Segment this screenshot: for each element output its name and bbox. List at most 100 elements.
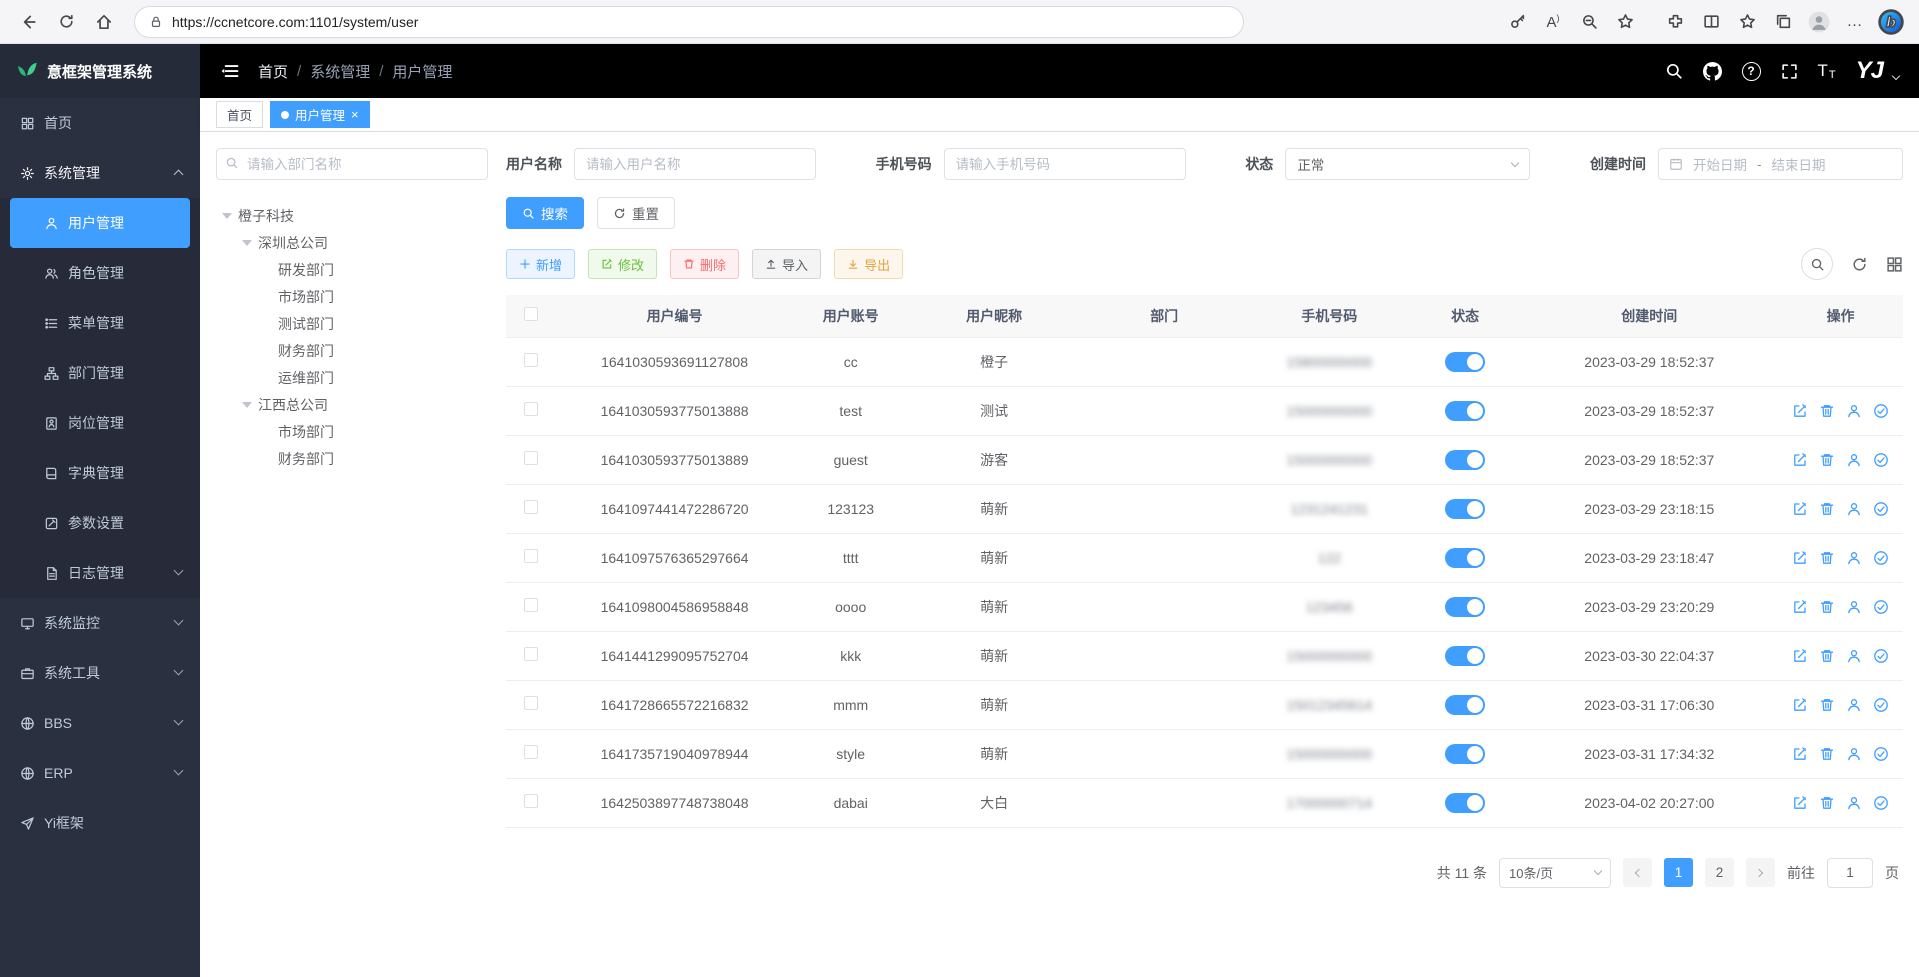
browser-back-button[interactable] bbox=[12, 6, 44, 38]
breadcrumb-home[interactable]: 首页 bbox=[258, 61, 288, 82]
sidebar-item-system-mgmt[interactable]: 系统管理 bbox=[0, 148, 200, 198]
tree-expand-icon[interactable] bbox=[222, 213, 232, 219]
assign-role-icon[interactable] bbox=[1873, 501, 1889, 517]
edit-row-icon[interactable] bbox=[1792, 501, 1808, 517]
browser-menu-icon[interactable]: … bbox=[1839, 6, 1871, 38]
goto-page-input[interactable] bbox=[1827, 858, 1873, 888]
sidebar-item-dept-mgmt[interactable]: 部门管理 bbox=[0, 348, 200, 398]
tab-user-mgmt[interactable]: 用户管理 × bbox=[270, 101, 370, 128]
tree-node[interactable]: 测试部门 bbox=[216, 310, 488, 337]
reset-button[interactable]: 重置 bbox=[597, 197, 675, 229]
refresh-table-icon[interactable] bbox=[1851, 256, 1868, 273]
export-button[interactable]: 导出 bbox=[834, 249, 903, 279]
password-key-icon[interactable] bbox=[1501, 6, 1533, 38]
reset-password-icon[interactable] bbox=[1846, 550, 1862, 566]
favorites-add-icon[interactable] bbox=[1609, 6, 1641, 38]
assign-role-icon[interactable] bbox=[1873, 697, 1889, 713]
copilot-bing-icon[interactable]: b bbox=[1875, 6, 1907, 38]
sidebar-item-erp[interactable]: ERP bbox=[0, 748, 200, 798]
row-checkbox[interactable] bbox=[524, 549, 538, 563]
dept-search-input[interactable] bbox=[216, 148, 488, 180]
search-button[interactable]: 搜索 bbox=[506, 197, 584, 229]
toggle-search-button[interactable] bbox=[1801, 248, 1833, 280]
sidebar-item-yi-framework[interactable]: Yi框架 bbox=[0, 798, 200, 848]
import-button[interactable]: 导入 bbox=[752, 249, 821, 279]
status-toggle[interactable] bbox=[1445, 695, 1485, 715]
edit-row-icon[interactable] bbox=[1792, 795, 1808, 811]
row-checkbox[interactable] bbox=[524, 696, 538, 710]
tree-node[interactable]: 市场部门 bbox=[216, 418, 488, 445]
delete-row-icon[interactable] bbox=[1819, 746, 1835, 762]
tab-home[interactable]: 首页 bbox=[216, 101, 263, 128]
delete-row-icon[interactable] bbox=[1819, 697, 1835, 713]
collapse-sidebar-icon[interactable] bbox=[220, 61, 240, 81]
tree-node[interactable]: 橙子科技 bbox=[216, 202, 488, 229]
phone-input[interactable] bbox=[944, 148, 1186, 180]
user-avatar-logo[interactable]: YJ bbox=[1856, 57, 1883, 85]
collections-icon[interactable] bbox=[1767, 6, 1799, 38]
zoom-out-icon[interactable] bbox=[1573, 6, 1605, 38]
row-checkbox[interactable] bbox=[524, 745, 538, 759]
edit-row-icon[interactable] bbox=[1792, 403, 1808, 419]
browser-profile-avatar[interactable] bbox=[1803, 6, 1835, 38]
modify-button[interactable]: 修改 bbox=[588, 249, 657, 279]
add-button[interactable]: 新增 bbox=[506, 249, 575, 279]
sidebar-item-menu-mgmt[interactable]: 菜单管理 bbox=[0, 298, 200, 348]
status-toggle[interactable] bbox=[1445, 548, 1485, 568]
sidebar-item-param-settings[interactable]: 参数设置 bbox=[0, 498, 200, 548]
reset-password-icon[interactable] bbox=[1846, 648, 1862, 664]
tree-node[interactable]: 江西总公司 bbox=[216, 391, 488, 418]
sidebar-item-home[interactable]: 首页 bbox=[0, 98, 200, 148]
sidebar-item-log-mgmt[interactable]: 日志管理 bbox=[0, 548, 200, 598]
sidebar-item-user-mgmt[interactable]: 用户管理 bbox=[10, 198, 190, 248]
status-toggle[interactable] bbox=[1445, 401, 1485, 421]
sidebar-item-system-tools[interactable]: 系统工具 bbox=[0, 648, 200, 698]
row-checkbox[interactable] bbox=[524, 500, 538, 514]
delete-row-icon[interactable] bbox=[1819, 403, 1835, 419]
edit-row-icon[interactable] bbox=[1792, 550, 1808, 566]
status-toggle[interactable] bbox=[1445, 646, 1485, 666]
breadcrumb-system-mgmt[interactable]: 系统管理 bbox=[310, 61, 370, 82]
status-select[interactable]: 正常 bbox=[1285, 148, 1530, 180]
reset-password-icon[interactable] bbox=[1846, 403, 1862, 419]
reset-password-icon[interactable] bbox=[1846, 746, 1862, 762]
row-checkbox[interactable] bbox=[524, 353, 538, 367]
reset-password-icon[interactable] bbox=[1846, 697, 1862, 713]
sidebar-item-post-mgmt[interactable]: 岗位管理 bbox=[0, 398, 200, 448]
tree-node[interactable]: 研发部门 bbox=[216, 256, 488, 283]
tree-node[interactable]: 财务部门 bbox=[216, 445, 488, 472]
search-icon[interactable] bbox=[1665, 62, 1683, 80]
browser-home-button[interactable] bbox=[88, 6, 120, 38]
chevron-down-icon[interactable] bbox=[1892, 72, 1900, 80]
delete-row-icon[interactable] bbox=[1819, 599, 1835, 615]
date-range-picker[interactable]: 开始日期 - 结束日期 bbox=[1658, 148, 1903, 180]
select-all-checkbox[interactable] bbox=[524, 307, 538, 321]
column-settings-icon[interactable] bbox=[1886, 256, 1903, 273]
row-checkbox[interactable] bbox=[524, 647, 538, 661]
reset-password-icon[interactable] bbox=[1846, 501, 1862, 517]
delete-row-icon[interactable] bbox=[1819, 648, 1835, 664]
status-toggle[interactable] bbox=[1445, 597, 1485, 617]
delete-row-icon[interactable] bbox=[1819, 795, 1835, 811]
status-toggle[interactable] bbox=[1445, 499, 1485, 519]
tree-node[interactable]: 运维部门 bbox=[216, 364, 488, 391]
assign-role-icon[interactable] bbox=[1873, 599, 1889, 615]
favorites-bar-icon[interactable] bbox=[1731, 6, 1763, 38]
delete-row-icon[interactable] bbox=[1819, 452, 1835, 468]
font-size-icon[interactable]: TT bbox=[1818, 61, 1836, 81]
tree-expand-icon[interactable] bbox=[242, 402, 252, 408]
row-checkbox[interactable] bbox=[524, 451, 538, 465]
row-checkbox[interactable] bbox=[524, 794, 538, 808]
assign-role-icon[interactable] bbox=[1873, 648, 1889, 664]
edit-row-icon[interactable] bbox=[1792, 648, 1808, 664]
assign-role-icon[interactable] bbox=[1873, 403, 1889, 419]
sidebar-item-bbs[interactable]: BBS bbox=[0, 698, 200, 748]
assign-role-icon[interactable] bbox=[1873, 550, 1889, 566]
status-toggle[interactable] bbox=[1445, 450, 1485, 470]
read-aloud-icon[interactable]: A) bbox=[1537, 6, 1569, 38]
tree-node[interactable]: 深圳总公司 bbox=[216, 229, 488, 256]
reset-password-icon[interactable] bbox=[1846, 599, 1862, 615]
assign-role-icon[interactable] bbox=[1873, 746, 1889, 762]
tree-expand-icon[interactable] bbox=[242, 240, 252, 246]
assign-role-icon[interactable] bbox=[1873, 795, 1889, 811]
